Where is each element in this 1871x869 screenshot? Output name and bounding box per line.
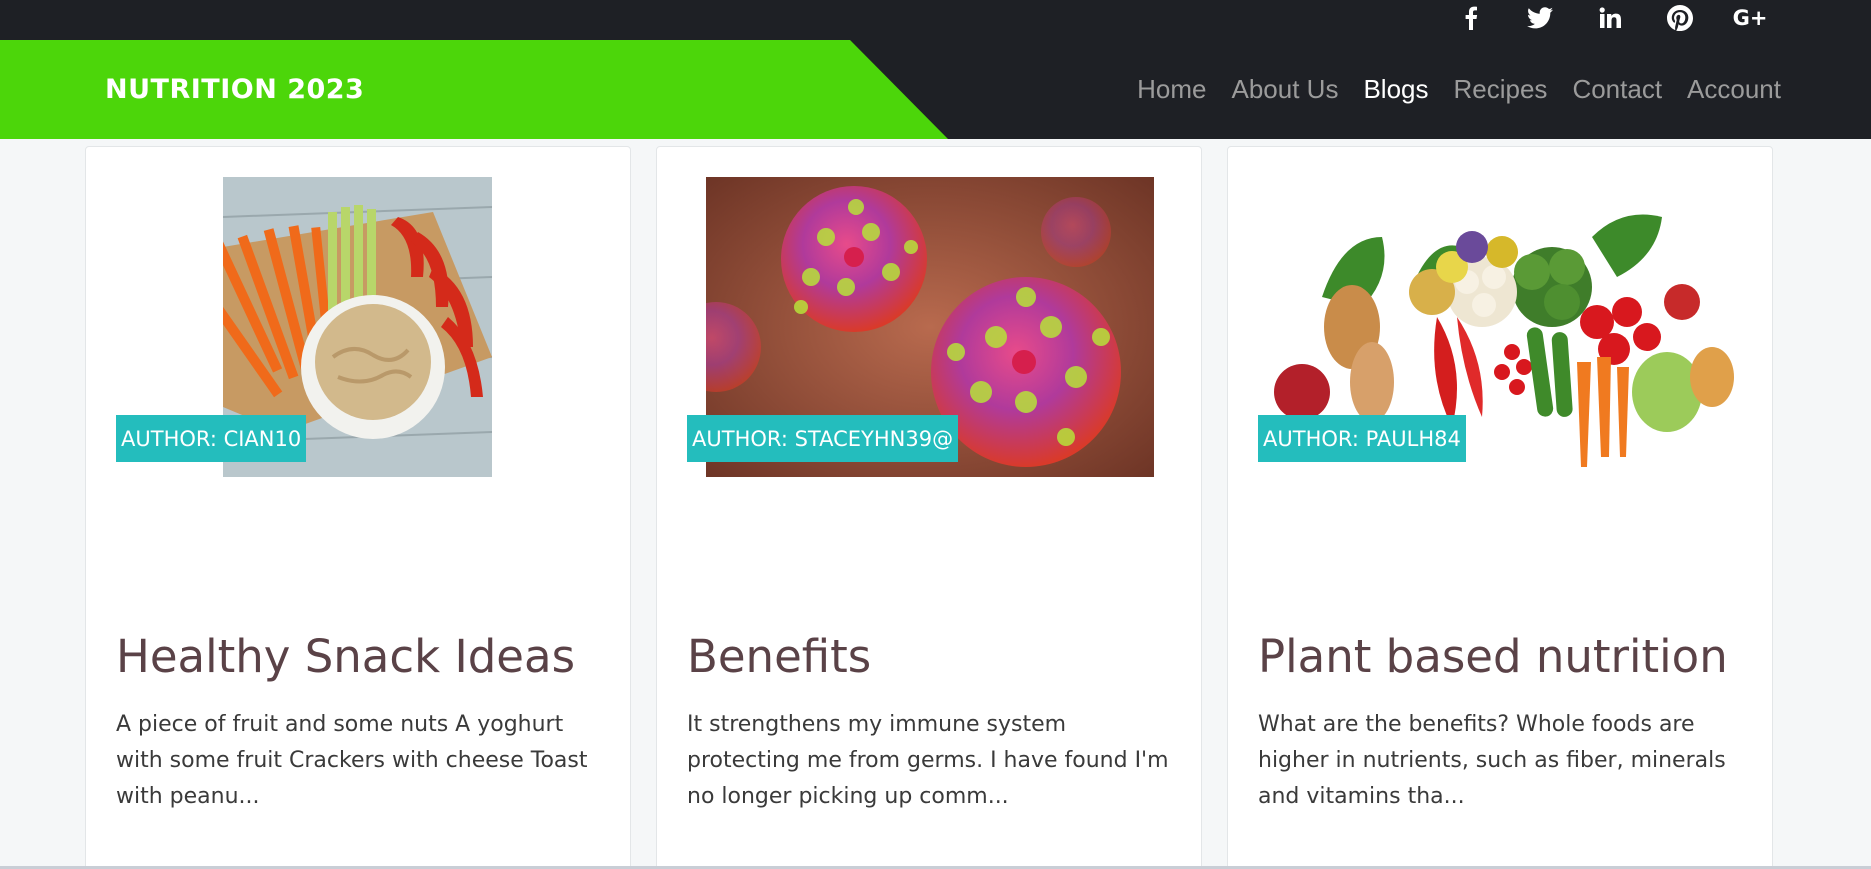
blog-card[interactable]: AUTHOR: STACEYHN39@ Benefits It strength… [656,146,1202,869]
linkedin-icon[interactable] [1596,0,1624,36]
pinterest-icon[interactable] [1665,0,1695,36]
card-excerpt: A piece of fruit and some nuts A yoghurt… [116,712,588,809]
card-title[interactable]: Benefits [687,630,871,683]
navbar: NUTRITION 2023 Home About Us Blogs Recip… [0,40,1871,139]
author-badge: AUTHOR: STACEYHN39@ [687,415,959,462]
twitter-icon[interactable] [1525,0,1555,36]
facebook-icon[interactable] [1460,0,1482,36]
google-plus-icon[interactable]: G+ [1732,0,1768,36]
brand-logo[interactable]: NUTRITION 2023 [105,40,364,139]
card-title[interactable]: Plant based nutrition [1258,630,1728,683]
blog-card[interactable]: AUTHOR: PAULH84 Plant based nutrition Wh… [1227,146,1773,869]
google-plus-glyph: G+ [1732,6,1768,30]
blog-card[interactable]: AUTHOR: CIAN10 Healthy Snack Ideas A pie… [85,146,631,869]
nav-link-contact[interactable]: Contact [1572,74,1662,105]
nav-link-about-us[interactable]: About Us [1232,74,1339,105]
card-excerpt: It strengthens my immune system protecti… [687,712,1169,809]
nav-link-home[interactable]: Home [1137,74,1206,105]
nav-link-blogs[interactable]: Blogs [1363,74,1428,105]
card-title[interactable]: Healthy Snack Ideas [116,630,575,683]
author-badge: AUTHOR: PAULH84 [1258,415,1466,462]
social-bar: G+ [0,0,1871,40]
nav-link-account[interactable]: Account [1687,74,1781,105]
card-excerpt: What are the benefits? Whole foods are h… [1258,712,1726,809]
author-badge: AUTHOR: CIAN10 [116,415,307,462]
nav-link-recipes[interactable]: Recipes [1454,74,1548,105]
main-nav: Home About Us Blogs Recipes Contact Acco… [1112,40,1781,139]
